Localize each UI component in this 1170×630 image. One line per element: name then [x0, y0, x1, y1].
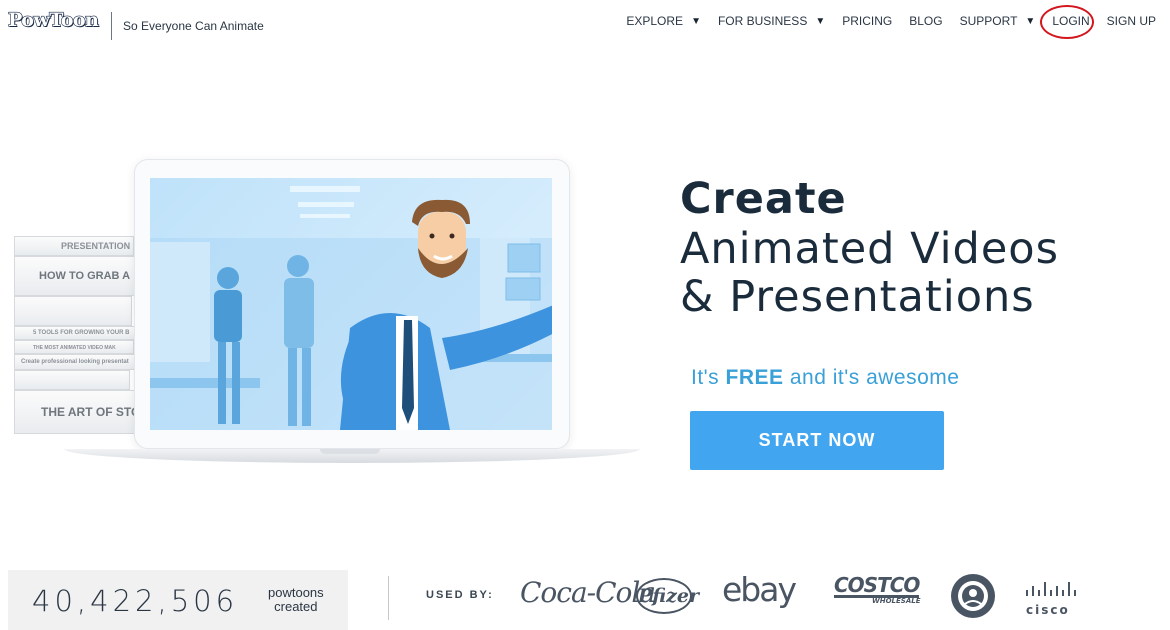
book-spine: THE MOST ANIMATED VIDEO MAK: [14, 340, 134, 354]
footer-divider: [388, 576, 389, 620]
nav-explore-label: EXPLORE: [626, 14, 684, 28]
laptop-notch: [320, 449, 380, 454]
nav-explore[interactable]: EXPLORE ▼: [626, 14, 701, 28]
main-nav: EXPLORE ▼ FOR BUSINESS ▼ PRICING BLOG SU…: [609, 5, 1156, 39]
powtoon-logo[interactable]: PowToon: [7, 8, 99, 31]
book-spine: THE ART OF STORY: [14, 390, 136, 434]
free-suffix: and it's awesome: [783, 366, 960, 389]
nav-blog[interactable]: BLOG: [909, 14, 942, 28]
nav-sign-up-label: SIGN UP: [1106, 14, 1156, 28]
book-spine: HOW TO GRAB A: [14, 256, 138, 296]
book-spine: 5 TOOLS FOR GROWING YOUR B: [14, 326, 136, 340]
counter-label-line1: powtoons: [268, 585, 324, 600]
nav-pricing-label: PRICING: [842, 14, 893, 28]
login-highlight-circle: [1040, 5, 1095, 39]
headline-animated-videos: Animated Videos: [680, 224, 1060, 274]
powtoons-counter: 40,422,506 powtoons created: [8, 570, 348, 630]
start-now-button[interactable]: START NOW: [690, 411, 944, 470]
book-spine: PRESENTATION: [14, 236, 134, 256]
headline-presentations: & Presentations: [680, 272, 1035, 322]
costco-wholesale-text: WHOLESALE: [872, 597, 921, 605]
nav-login[interactable]: LOGIN: [1040, 5, 1095, 39]
counter-label-line2: created: [274, 599, 318, 614]
nav-support-label: SUPPORT: [959, 14, 1018, 28]
starbucks-logo: [951, 574, 995, 618]
starbucks-siren-icon: [958, 581, 988, 611]
laptop-screen-illustration: [150, 178, 552, 430]
free-prefix: It's: [691, 366, 726, 389]
book-spine: [14, 370, 130, 390]
nav-blog-label: BLOG: [909, 14, 943, 28]
nav-support[interactable]: SUPPORT ▼: [960, 14, 1036, 28]
caret-down-icon: ▼: [1025, 15, 1036, 27]
costco-logo: COSTCO: [834, 573, 920, 598]
caret-down-icon: ▼: [815, 15, 826, 27]
cisco-bars-icon: [1026, 582, 1076, 596]
free-word: FREE: [725, 366, 784, 389]
book-spine: [14, 296, 132, 326]
nav-for-business-label: FOR BUSINESS: [717, 14, 808, 28]
site-header: PowToon So Everyone Can Animate EXPLORE …: [0, 0, 1170, 48]
headline-create: Create: [680, 174, 847, 224]
tagline: So Everyone Can Animate: [123, 19, 264, 33]
coca-cola-logo: Coca-Cola: [520, 576, 656, 609]
used-by-label: USED BY:: [426, 589, 494, 601]
counter-value: 40,422,506: [32, 584, 239, 618]
cisco-logo: cisco: [1024, 582, 1084, 617]
book-stack-illustration: PRESENTATION HOW TO GRAB A 5 TOOLS FOR G…: [14, 236, 144, 436]
book-spine: Create professional looking presentat: [14, 354, 138, 370]
counter-label: powtoons created: [268, 586, 324, 614]
free-tagline: It's FREE and it's awesome: [691, 366, 959, 390]
nav-for-business[interactable]: FOR BUSINESS ▼: [718, 14, 825, 28]
logo-divider: [111, 12, 112, 40]
nav-pricing[interactable]: PRICING: [842, 14, 892, 28]
cisco-text: cisco: [1026, 603, 1070, 617]
office-scene-illustration: [150, 186, 552, 430]
pfizer-logo: Pfizer: [636, 578, 699, 614]
nav-sign-up[interactable]: SIGN UP: [1107, 14, 1156, 28]
caret-down-icon: ▼: [691, 15, 701, 27]
ebay-logo: ebay: [722, 570, 797, 609]
